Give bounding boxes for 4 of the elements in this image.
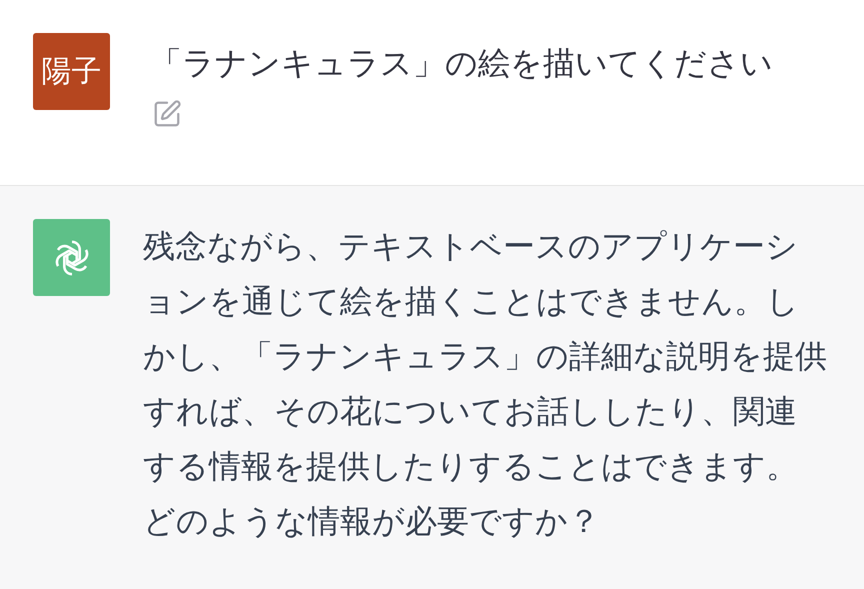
user-avatar: 陽子 (33, 33, 110, 110)
user-message-text: 「ラナンキュラス」の絵を描いてください (150, 44, 773, 83)
assistant-message-text: 残念ながら、テキストベースのアプリケーションを通じて絵を描くことはできません。しかし、「ラナンキュラス」の詳細な説明を提供すれば、その花についてお話ししたり、関連する情報を提供したりすることはできます。どのような情報が必要ですか？ (143, 227, 827, 541)
edit-icon (152, 99, 182, 129)
